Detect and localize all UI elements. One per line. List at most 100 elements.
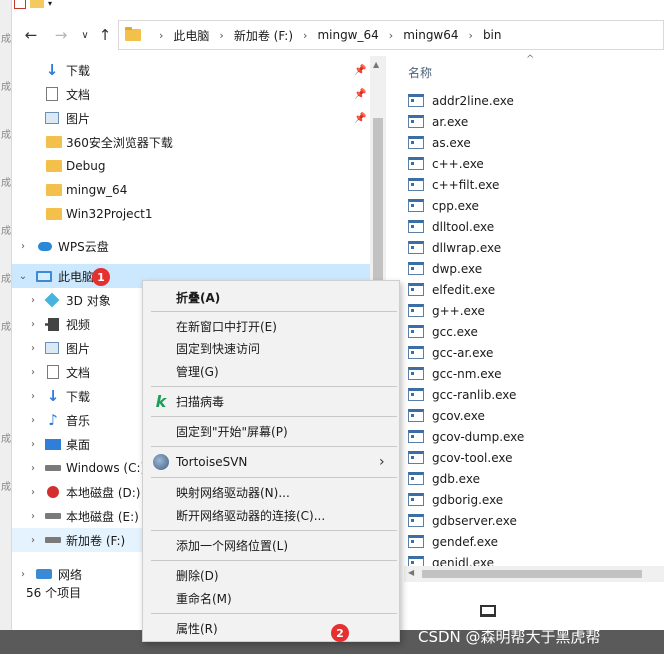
breadcrumb-drive-f[interactable]: 新加卷 (F:): [234, 27, 293, 44]
chevron-right-icon[interactable]: ›: [28, 367, 38, 378]
executable-file-icon: [408, 514, 424, 527]
file-row[interactable]: c++.exe: [404, 153, 664, 174]
file-row[interactable]: gcov.exe: [404, 405, 664, 426]
nav-item-pictures[interactable]: 图片 📌: [12, 106, 370, 130]
chevron-right-icon[interactable]: ›: [219, 29, 223, 42]
file-name: gcc.exe: [432, 324, 478, 339]
menu-item-delete[interactable]: 删除(D): [143, 564, 401, 586]
menu-item-scan-virus[interactable]: k 扫描病毒: [143, 390, 401, 412]
file-row[interactable]: gcc-ar.exe: [404, 342, 664, 363]
music-icon: ♪: [48, 411, 58, 429]
chevron-right-icon[interactable]: ›: [28, 487, 38, 498]
nav-item-mingw-64[interactable]: mingw_64: [12, 178, 370, 202]
file-row[interactable]: gcov-dump.exe: [404, 426, 664, 447]
nav-item-debug[interactable]: Debug: [12, 154, 370, 178]
file-row[interactable]: gcc.exe: [404, 321, 664, 342]
chevron-right-icon[interactable]: ›: [28, 463, 38, 474]
nav-item-documents[interactable]: 文档 📌: [12, 82, 370, 106]
breadcrumb-this-pc[interactable]: 此电脑: [173, 27, 209, 44]
file-row[interactable]: gdbserver.exe: [404, 510, 664, 531]
menu-separator: [151, 386, 397, 387]
file-row[interactable]: gdborig.exe: [404, 489, 664, 510]
chevron-down-icon[interactable]: ⌄: [18, 271, 28, 282]
chevron-right-icon[interactable]: ›: [28, 295, 38, 306]
chevron-right-icon[interactable]: ›: [159, 29, 163, 42]
file-row[interactable]: g++.exe: [404, 300, 664, 321]
file-row[interactable]: gendef.exe: [404, 531, 664, 552]
recent-chevron-down-icon[interactable]: ∨: [74, 24, 96, 46]
chevron-right-icon[interactable]: ›: [28, 319, 38, 330]
file-row[interactable]: ar.exe: [404, 111, 664, 132]
file-name: gendef.exe: [432, 534, 499, 549]
file-row[interactable]: dlltool.exe: [404, 216, 664, 237]
file-row[interactable]: gdb.exe: [404, 468, 664, 489]
chevron-down-icon[interactable]: ▾: [48, 0, 52, 8]
menu-item-properties[interactable]: 属性(R): [143, 617, 401, 639]
breadcrumb-mingw-64[interactable]: mingw_64: [317, 28, 378, 42]
antivirus-k-icon: k: [155, 391, 167, 411]
watermark: CSDN @森明帮大于黑虎帮: [418, 628, 601, 646]
menu-separator: [151, 530, 397, 531]
folder-icon: [46, 184, 62, 196]
new-folder-icon[interactable]: [30, 0, 44, 8]
scrollbar-thumb[interactable]: [422, 570, 642, 578]
file-row[interactable]: elfedit.exe: [404, 279, 664, 300]
chevron-right-icon[interactable]: ›: [18, 241, 28, 252]
nav-item-360-downloads[interactable]: 360安全浏览器下载: [12, 130, 370, 154]
chevron-right-icon[interactable]: ›: [28, 415, 38, 426]
address-bar[interactable]: › 此电脑 › 新加卷 (F:) › mingw_64 › mingw64 › …: [118, 20, 664, 50]
menu-item-rename[interactable]: 重命名(M): [143, 587, 401, 609]
file-list-hscrollbar[interactable]: ◀: [404, 566, 664, 582]
menu-item-disconnect-network-drive[interactable]: 断开网络驱动器的连接(C)...: [143, 504, 401, 526]
chevron-right-icon[interactable]: ›: [389, 29, 393, 42]
scroll-left-icon[interactable]: ◀: [408, 568, 414, 577]
chevron-right-icon[interactable]: ›: [28, 535, 38, 546]
back-arrow-icon[interactable]: ←: [20, 24, 42, 46]
chevron-right-icon[interactable]: ›: [303, 29, 307, 42]
chevron-right-icon[interactable]: ›: [18, 569, 28, 580]
folder-icon: [46, 160, 62, 172]
nav-item-win32project1[interactable]: Win32Project1: [12, 202, 370, 226]
file-name: addr2line.exe: [432, 93, 514, 108]
column-header-name[interactable]: 名称: [408, 64, 432, 81]
details-view-icon[interactable]: [480, 605, 496, 617]
file-name: gcc-nm.exe: [432, 366, 502, 381]
chevron-right-icon[interactable]: ›: [28, 511, 38, 522]
pin-icon[interactable]: 📌: [354, 65, 366, 76]
file-name: gcov-dump.exe: [432, 429, 525, 444]
menu-item-pin-start[interactable]: 固定到"开始"屏幕(P): [143, 420, 401, 442]
nav-item-wps-cloud[interactable]: › WPS云盘: [12, 234, 370, 258]
breadcrumb-mingw64[interactable]: mingw64: [403, 28, 458, 42]
file-row[interactable]: gcov-tool.exe: [404, 447, 664, 468]
download-arrow-icon: ↓: [46, 387, 60, 405]
scroll-up-icon[interactable]: ▲: [373, 60, 379, 69]
file-row[interactable]: c++filt.exe: [404, 174, 664, 195]
file-row[interactable]: as.exe: [404, 132, 664, 153]
properties-check-icon[interactable]: [14, 0, 26, 9]
pin-icon[interactable]: 📌: [354, 113, 366, 124]
file-row[interactable]: gcc-nm.exe: [404, 363, 664, 384]
up-arrow-icon[interactable]: ↑: [94, 24, 116, 46]
file-row[interactable]: cpp.exe: [404, 195, 664, 216]
chevron-right-icon[interactable]: ›: [469, 29, 473, 42]
chevron-right-icon[interactable]: ›: [28, 391, 38, 402]
breadcrumb-bin[interactable]: bin: [483, 28, 502, 42]
executable-file-icon: [408, 283, 424, 296]
file-row[interactable]: addr2line.exe: [404, 90, 664, 111]
menu-item-tortoisesvn[interactable]: TortoiseSVN ›: [143, 451, 401, 473]
menu-item-manage[interactable]: 管理(G): [143, 360, 401, 382]
menu-item-map-network-drive[interactable]: 映射网络驱动器(N)...: [143, 481, 401, 503]
menu-item-pin-quick-access[interactable]: 固定到快速访问: [143, 337, 401, 359]
menu-item-collapse[interactable]: 折叠(A): [143, 286, 401, 308]
pin-icon[interactable]: 📌: [354, 89, 366, 100]
file-row[interactable]: dllwrap.exe: [404, 237, 664, 258]
chevron-right-icon[interactable]: ›: [28, 343, 38, 354]
document-icon: [47, 365, 59, 379]
file-row[interactable]: dwp.exe: [404, 258, 664, 279]
menu-item-add-network-location[interactable]: 添加一个网络位置(L): [143, 534, 401, 556]
file-row[interactable]: gcc-ranlib.exe: [404, 384, 664, 405]
nav-item-downloads[interactable]: ↓ 下载 📌: [12, 58, 370, 82]
menu-item-open-new-window[interactable]: 在新窗口中打开(E): [143, 315, 401, 337]
forward-arrow-icon[interactable]: →: [50, 24, 72, 46]
chevron-right-icon[interactable]: ›: [28, 439, 38, 450]
